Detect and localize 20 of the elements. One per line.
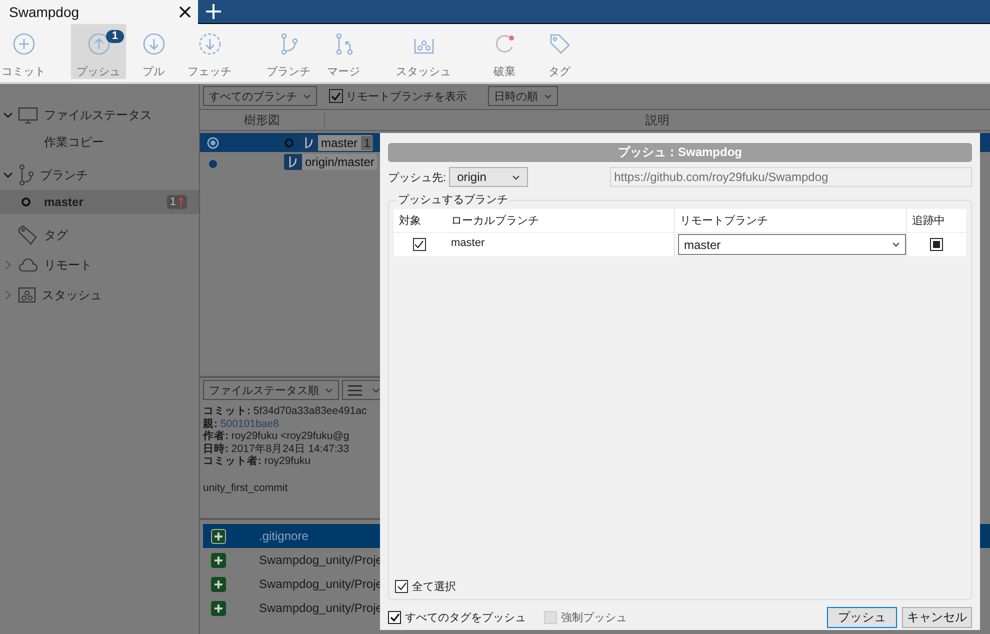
commit-info-line: 日時: 2017年8月24日 14:47:33 (203, 442, 350, 455)
commit-info-line: 作者: roy29fuku <roy29fuku@g (203, 430, 350, 442)
branch-label: origin/master (284, 154, 378, 170)
commit-message: unity_first_commit (203, 482, 289, 494)
dialog-title: プッシュ：Swampdog (388, 143, 972, 162)
column-header: 対象 (398, 214, 422, 228)
ahead-count-badge: 1 (166, 195, 187, 209)
column-header: 追跡中 (906, 209, 966, 232)
column-header: リモートブランチ (674, 209, 906, 232)
remote-label: プッシュ先: (388, 170, 446, 184)
commit-info-line: 親: 500101bae8 (203, 418, 280, 430)
count-badge: 1 (106, 30, 124, 43)
column-header: ローカルブランチ (450, 214, 540, 228)
commit-info-line: コミット者: roy29fuku (203, 455, 312, 468)
branch-label: master 1 (300, 134, 374, 150)
column-header: 樹形図 (200, 112, 325, 128)
local-branch-cell-text: master (450, 237, 486, 249)
commit-info-line: コミット: 5f34d70a33a83ee491ac (203, 405, 368, 418)
column-header: 説明 (644, 112, 670, 128)
group-title: プッシュするブランチ (396, 193, 510, 207)
